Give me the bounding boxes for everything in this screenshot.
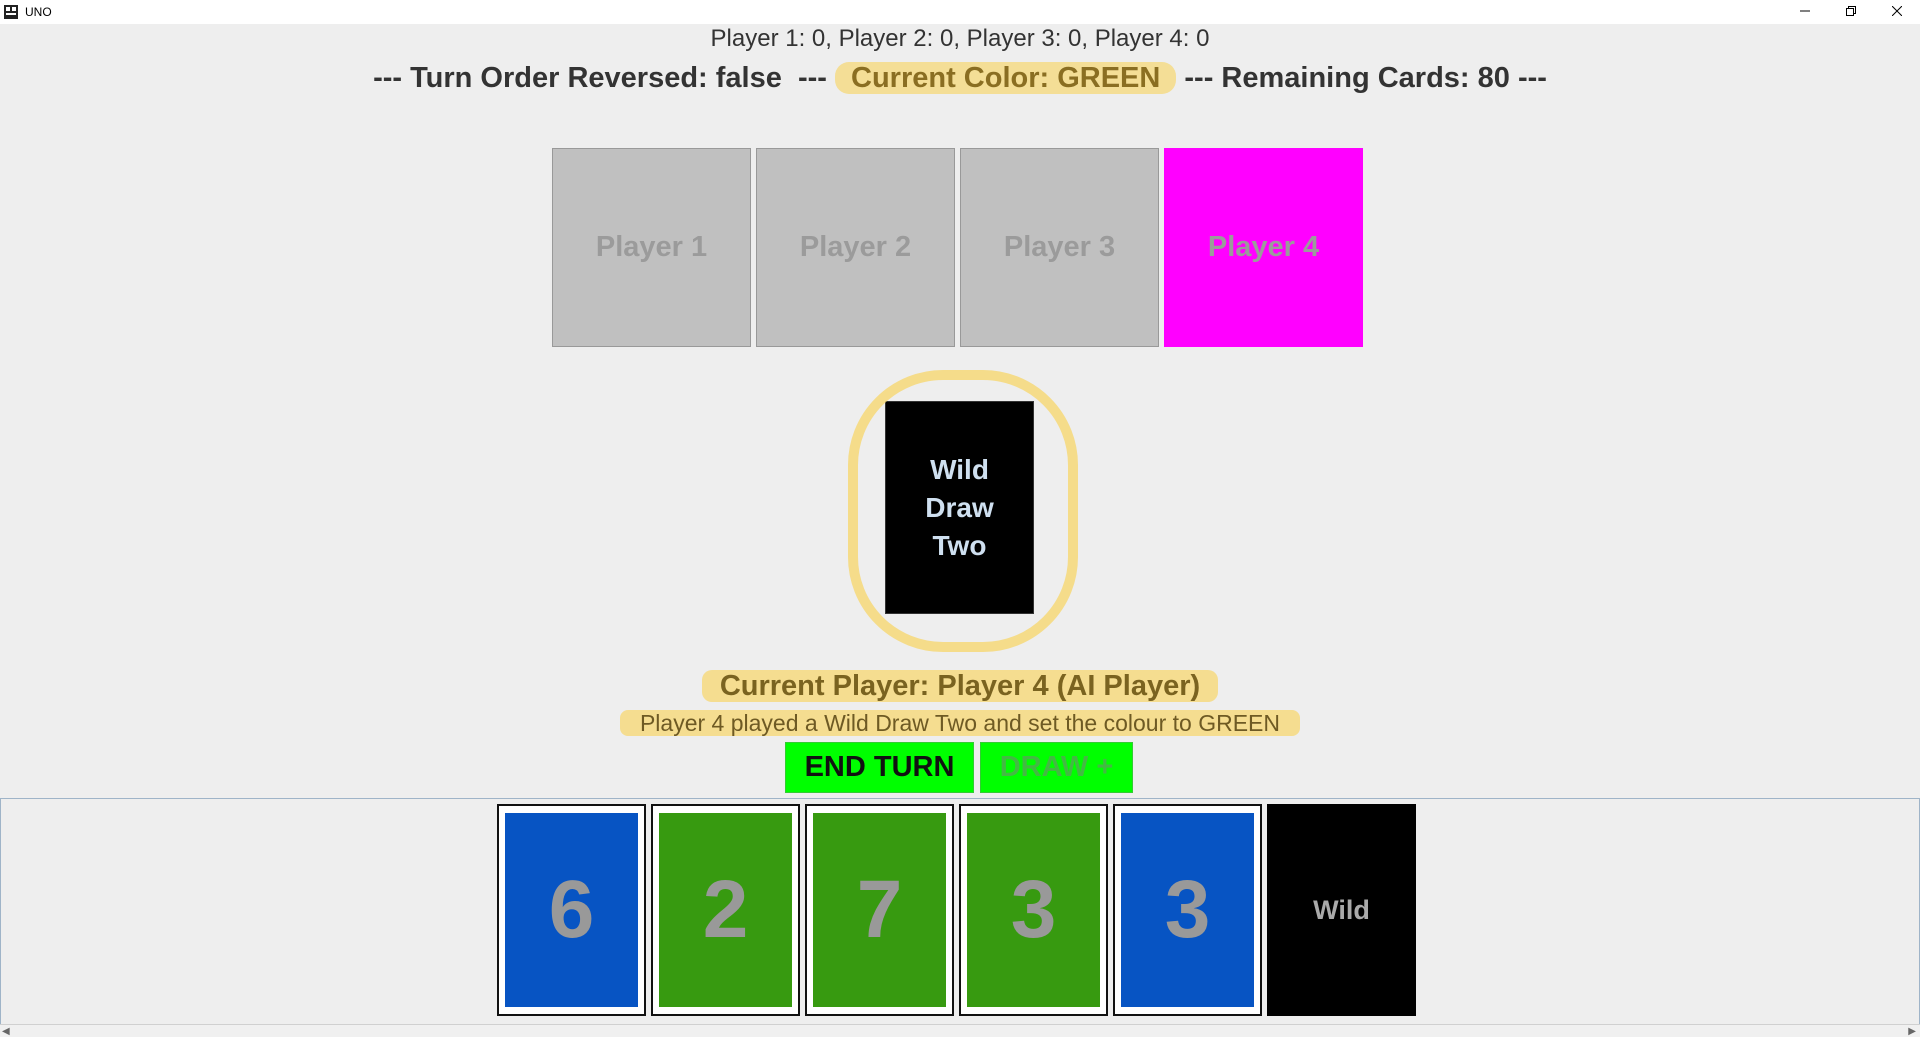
scoreboard: Player 1: 0, Player 2: 0, Player 3: 0, P…: [710, 25, 1210, 52]
close-icon: [1891, 3, 1903, 21]
player-hand-area: 6 2 7 3 3 Wild: [0, 798, 1920, 1026]
remaining-cards-status: --- Remaining Cards: 80 ---: [1176, 62, 1547, 94]
horizontal-scrollbar[interactable]: ◀ ▶: [0, 1024, 1920, 1037]
player-tile-4: Player 4: [1164, 148, 1363, 347]
card-value: Wild: [1313, 894, 1370, 925]
window-title: UNO: [25, 5, 52, 19]
hand-card-1[interactable]: 6: [497, 804, 646, 1016]
current-player: Current Player: Player 4 (AI Player): [701, 670, 1219, 702]
minimize-icon: [1800, 3, 1810, 21]
title-bar: UNO: [0, 0, 1920, 24]
current-player-line: Current Player: Player 4 (AI Player): [0, 668, 1920, 704]
game-message-line: Player 4 played a Wild Draw Two and set …: [0, 708, 1920, 738]
restore-icon: [1846, 3, 1856, 21]
player-tile-3: Player 3: [960, 148, 1159, 347]
player-label: Player 4: [1207, 231, 1320, 263]
card-face: 3: [967, 813, 1100, 1007]
end-turn-button[interactable]: END TURN: [785, 742, 974, 793]
player-label: Player 3: [1003, 231, 1116, 263]
card-face: Wild: [1267, 804, 1416, 1016]
game-status: --- Turn Order Reversed: false --- Curre…: [0, 60, 1920, 96]
minimize-button[interactable]: [1782, 0, 1828, 24]
scroll-left-icon[interactable]: ◀: [2, 1026, 10, 1037]
discard-highlight-circle: [848, 370, 1078, 652]
restore-button[interactable]: [1828, 0, 1874, 24]
card-face: 2: [659, 813, 792, 1007]
player-tile-1: Player 1: [552, 148, 751, 347]
card-value: 6: [548, 864, 595, 955]
player-list: Player 1 Player 2 Player 3 Player 4: [552, 148, 1363, 347]
player-label: Player 2: [799, 231, 912, 263]
game-message: Player 4 played a Wild Draw Two and set …: [619, 710, 1301, 736]
action-buttons: END TURN DRAW +: [785, 742, 1133, 793]
app-icon: [4, 5, 18, 19]
hand-card-5[interactable]: 3: [1113, 804, 1262, 1016]
hand-card-2[interactable]: 2: [651, 804, 800, 1016]
player-tile-2: Player 2: [756, 148, 955, 347]
turn-order-status: --- Turn Order Reversed: false ---: [373, 62, 835, 94]
current-color-status: Current Color: GREEN: [835, 62, 1177, 94]
card-value: 3: [1164, 864, 1211, 955]
card-value: 7: [856, 864, 903, 955]
draw-button[interactable]: DRAW +: [980, 742, 1133, 793]
player-label: Player 1: [595, 231, 708, 263]
player-hand: 6 2 7 3 3 Wild: [497, 804, 1416, 1016]
card-value: 2: [702, 864, 749, 955]
scroll-right-icon[interactable]: ▶: [1908, 1026, 1916, 1037]
window-controls: [1782, 0, 1920, 24]
hand-card-4[interactable]: 3: [959, 804, 1108, 1016]
card-face: 7: [813, 813, 946, 1007]
close-button[interactable]: [1874, 0, 1920, 24]
card-value: 3: [1010, 864, 1057, 955]
card-face: 3: [1121, 813, 1254, 1007]
card-face: 6: [505, 813, 638, 1007]
hand-card-6[interactable]: Wild: [1267, 804, 1416, 1016]
hand-card-3[interactable]: 7: [805, 804, 954, 1016]
